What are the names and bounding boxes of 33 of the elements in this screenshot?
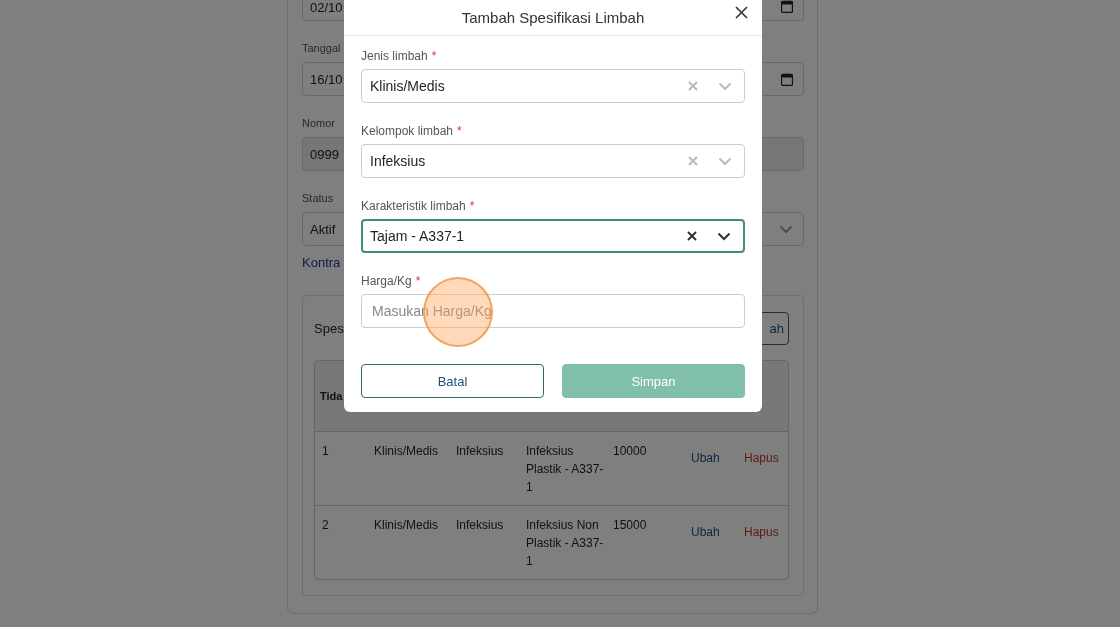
table-cell-text: Klinis/Medis [373, 517, 440, 534]
clear-icon[interactable] [687, 231, 697, 241]
cancel-button[interactable]: Batal [361, 364, 544, 398]
table-cell-text: 15000 [612, 517, 648, 534]
field-label: Karakteristik limbah * [361, 199, 475, 213]
table-cell-text: 10000 [612, 443, 648, 460]
table-cell-text: Infeksius [455, 443, 505, 460]
chevron-down-icon[interactable] [717, 231, 731, 241]
edit-link[interactable]: Ubah [691, 525, 720, 539]
column-header: Tida [320, 390, 343, 402]
table-cell-text: 1 [321, 443, 330, 460]
delete-link[interactable]: Hapus [744, 525, 779, 539]
field-label: Jenis limbah * [361, 49, 437, 63]
save-button[interactable]: Simpan [562, 364, 745, 398]
field-label: Tanggal [302, 41, 341, 56]
table-cell-text: 2 [321, 517, 330, 534]
field-label: Nomor [302, 116, 335, 131]
card-title: Spes [314, 321, 344, 336]
table-cell-text: Klinis/Medis [373, 443, 440, 460]
delete-link[interactable]: Hapus [744, 451, 779, 465]
select-field[interactable]: Tajam - A337-1 [361, 219, 745, 253]
contract-link[interactable]: Kontra [302, 255, 341, 271]
table-cell-text: Infeksius Non Plastik - A337-1 [525, 517, 605, 570]
close-icon[interactable] [735, 6, 748, 19]
calendar-icon[interactable] [781, 0, 793, 13]
field-label: Kelompok limbah * [361, 124, 462, 138]
modal-title: Tambah Spesifikasi Limbah [461, 9, 645, 26]
edit-link[interactable]: Ubah [691, 451, 720, 465]
table-cell-text: Infeksius [455, 517, 505, 534]
field-label: Harga/Kg * [361, 274, 421, 288]
field-label: Status [302, 191, 334, 206]
table-cell-text: Infeksius Plastik - A337-1 [525, 443, 605, 496]
calendar-icon[interactable] [781, 72, 793, 86]
